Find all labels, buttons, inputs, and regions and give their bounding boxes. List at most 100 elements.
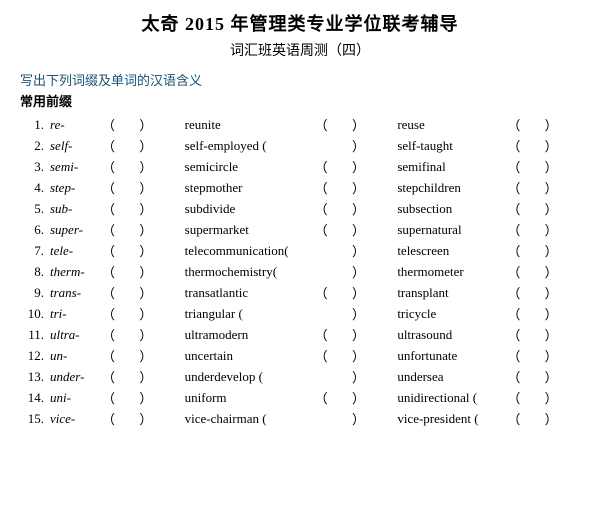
vocab-table: 1. re- （ ） reunite （ ） reuse （ ） 2. self… [20,114,580,429]
open-paren-2: （ [313,198,350,219]
open-paren-2: （ [313,156,350,177]
word2: thermochemistry( [183,261,313,282]
word3: thermometer [395,261,505,282]
close-paren-2: ） [350,387,387,408]
word2: stepmother [183,177,313,198]
prefix: trans- [48,282,100,303]
open-paren-2: （ [313,324,350,345]
close-paren-3: ） [543,240,580,261]
open-paren-1: （ [100,345,137,366]
word2: vice-chairman ( [183,408,313,429]
prefix: tri- [48,303,100,324]
word3: unidirectional ( [395,387,505,408]
prefix: therm- [48,261,100,282]
sub-title: 词汇班英语周测（四） [20,40,580,60]
close-paren-3: ） [543,345,580,366]
close-paren-1: ） [137,408,174,429]
row-number: 12. [20,345,48,366]
open-paren-2: （ [313,345,350,366]
table-row: 3. semi- （ ） semicircle （ ） semifinal （ … [20,156,580,177]
open-paren-2 [313,366,350,387]
close-paren-2: ） [350,219,387,240]
table-row: 7. tele- （ ） telecommunication( ） telesc… [20,240,580,261]
open-paren-1: （ [100,135,137,156]
close-paren-2: ） [350,198,387,219]
prefix: self- [48,135,100,156]
open-paren-1: （ [100,261,137,282]
word3: self-taught [395,135,505,156]
table-row: 12. un- （ ） uncertain （ ） unfortunate （ … [20,345,580,366]
word2: reunite [183,114,313,135]
open-paren-3: （ [505,303,542,324]
row-number: 1. [20,114,48,135]
table-row: 5. sub- （ ） subdivide （ ） subsection （ ） [20,198,580,219]
open-paren-1: （ [100,114,137,135]
close-paren-3: ） [543,282,580,303]
open-paren-3: （ [505,198,542,219]
open-paren-3: （ [505,177,542,198]
word2: triangular ( [183,303,313,324]
open-paren-1: （ [100,387,137,408]
close-paren-3: ） [543,219,580,240]
open-paren-3: （ [505,135,542,156]
close-paren-3: ） [543,261,580,282]
row-number: 3. [20,156,48,177]
table-row: 6. super- （ ） supermarket （ ） supernatur… [20,219,580,240]
close-paren-2: ） [350,282,387,303]
word3: reuse [395,114,505,135]
row-number: 8. [20,261,48,282]
open-paren-1: （ [100,177,137,198]
close-paren-3: ） [543,177,580,198]
word2: uncertain [183,345,313,366]
word2: self-employed ( [183,135,313,156]
close-paren-2: ） [350,240,387,261]
word3: subsection [395,198,505,219]
row-number: 6. [20,219,48,240]
open-paren-2 [313,261,350,282]
close-paren-2: ） [350,177,387,198]
prefix: uni- [48,387,100,408]
table-row: 10. tri- （ ） triangular ( ） tricycle （ ） [20,303,580,324]
word2: supermarket [183,219,313,240]
open-paren-2 [313,408,350,429]
open-paren-2: （ [313,387,350,408]
open-paren-1: （ [100,324,137,345]
word3: transplant [395,282,505,303]
prefix: ultra- [48,324,100,345]
close-paren-3: ） [543,324,580,345]
close-paren-1: ） [137,387,174,408]
open-paren-1: （ [100,282,137,303]
table-row: 2. self- （ ） self-employed ( ） self-taug… [20,135,580,156]
word3: semifinal [395,156,505,177]
open-paren-1: （ [100,219,137,240]
close-paren-3: ） [543,156,580,177]
table-row: 14. uni- （ ） uniform （ ） unidirectional … [20,387,580,408]
row-number: 2. [20,135,48,156]
open-paren-3: （ [505,282,542,303]
prefix: vice- [48,408,100,429]
word3: stepchildren [395,177,505,198]
close-paren-3: ） [543,408,580,429]
open-paren-2 [313,303,350,324]
table-row: 15. vice- （ ） vice-chairman ( ） vice-pre… [20,408,580,429]
row-number: 7. [20,240,48,261]
close-paren-1: ） [137,114,174,135]
close-paren-2: ） [350,303,387,324]
close-paren-2: ） [350,156,387,177]
close-paren-1: ） [137,177,174,198]
close-paren-1: ） [137,303,174,324]
close-paren-3: ） [543,114,580,135]
close-paren-1: ） [137,219,174,240]
close-paren-2: ） [350,324,387,345]
table-row: 1. re- （ ） reunite （ ） reuse （ ） [20,114,580,135]
open-paren-1: （ [100,303,137,324]
close-paren-2: ） [350,261,387,282]
word2: semicircle [183,156,313,177]
word3: tricycle [395,303,505,324]
table-row: 8. therm- （ ） thermochemistry( ） thermom… [20,261,580,282]
open-paren-3: （ [505,156,542,177]
row-number: 4. [20,177,48,198]
prefix: un- [48,345,100,366]
close-paren-2: ） [350,408,387,429]
close-paren-3: ） [543,303,580,324]
